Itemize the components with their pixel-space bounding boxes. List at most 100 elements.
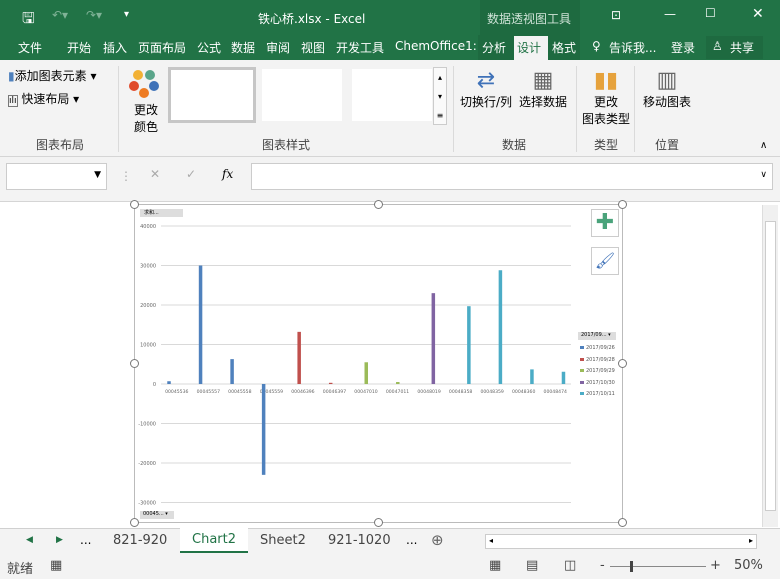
chart-style-1[interactable] — [168, 67, 256, 123]
legend-field-button[interactable]: 2017/09... ▾ — [578, 332, 616, 340]
enter-icon[interactable]: ✓ — [186, 167, 196, 181]
color-palette-icon — [129, 70, 159, 98]
select-data-button[interactable]: ▦ 选择数据 — [519, 68, 567, 110]
tab-developer[interactable]: 开发工具 — [336, 39, 384, 56]
tab-insert[interactable]: 插入 — [103, 39, 127, 56]
tab-page-layout[interactable]: 页面布局 — [138, 39, 186, 56]
legend-label: 2017/09/29 — [586, 368, 615, 374]
bar-2017-09-29-00047010 — [364, 362, 368, 384]
tab-formulas[interactable]: 公式 — [197, 39, 221, 56]
close-button[interactable]: ✕ — [752, 6, 764, 22]
collapse-ribbon-icon[interactable]: ∧ — [760, 140, 767, 151]
undo-icon[interactable]: ↶▾ — [52, 8, 68, 22]
change-colors-button[interactable]: 更改 颜色 — [124, 66, 168, 136]
x-tick-label: 00047010 — [354, 389, 377, 395]
switch-icon: ⇄ — [476, 68, 496, 93]
save-icon[interactable]: 🖫 — [22, 8, 35, 33]
bar-2017-09-26-00045559 — [261, 384, 266, 475]
bar-2017-09-26-00045557 — [198, 265, 203, 384]
chart-styles-button[interactable]: 🖌 — [591, 247, 619, 275]
x-tick-label: 00045557 — [197, 389, 220, 395]
new-sheet-button[interactable]: ⊕ — [431, 531, 444, 549]
chart-style-3[interactable] — [352, 69, 432, 121]
x-tick-label: 00048019 — [417, 389, 440, 395]
x-tick-label: 00048360 — [512, 389, 535, 395]
chart-style-2[interactable] — [262, 69, 342, 121]
tab-design-active[interactable]: 设计 — [514, 36, 548, 60]
sheet-tab-921-1020[interactable]: 921-1020 — [328, 533, 391, 548]
page-break-view-icon[interactable]: ◫ — [564, 558, 576, 573]
name-box[interactable]: ▼ — [6, 163, 107, 190]
prev-sheet-icon[interactable]: ◀ — [26, 535, 33, 545]
redo-icon[interactable]: ↷▾ — [86, 8, 102, 22]
next-sheet-icon[interactable]: ▶ — [56, 535, 63, 545]
move-chart-button[interactable]: ▥ 移动图表 — [643, 68, 691, 110]
context-tab-header: 数据透视图工具 — [480, 0, 580, 35]
customize-qat-icon[interactable]: ▾ — [124, 9, 129, 20]
tab-analyze[interactable]: 分析 — [482, 39, 506, 56]
group-label-styles: 图表样式 — [262, 138, 311, 152]
more-sheets-left[interactable]: ... — [80, 533, 91, 547]
brush-icon: 🖌 — [594, 251, 616, 270]
switch-row-column-button[interactable]: ⇄ 切换行/列 — [460, 68, 512, 110]
bar-2017-10-30-00048019 — [431, 293, 436, 384]
select-data-label: 选择数据 — [519, 95, 568, 109]
scroll-left-icon[interactable]: ◂ — [489, 536, 493, 545]
share-button[interactable]: ♙ 共享 — [706, 36, 763, 59]
zoom-in-button[interactable]: + — [710, 558, 721, 573]
tab-chemoffice[interactable]: ChemOffice1: — [395, 39, 477, 53]
legend-item: 2017/09/29 — [580, 366, 615, 378]
sheet-tab-821-920[interactable]: 821-920 — [113, 533, 167, 548]
macro-record-icon[interactable]: ▦ — [50, 558, 62, 573]
pivot-chart[interactable]: 40000 30000 20000 10000 0 -10000 -20000 -30000 0… — [130, 200, 627, 527]
zoom-level[interactable]: 50% — [734, 558, 763, 573]
zoom-slider-thumb[interactable] — [630, 561, 633, 572]
switch-label: 切换行/列 — [460, 95, 513, 109]
group-label-data: 数据 — [502, 138, 527, 152]
tab-home[interactable]: 开始 — [67, 39, 91, 56]
sheet-tab-chart2-label: Chart2 — [192, 532, 236, 547]
legend-item: 2017/09/26 — [580, 343, 615, 355]
horizontal-scrollbar[interactable]: ◂ ▸ — [485, 534, 757, 549]
page-layout-view-icon[interactable]: ▤ — [526, 558, 538, 573]
quick-layout-button[interactable]: ılı 快速布局 ▾ — [8, 90, 79, 107]
tab-data[interactable]: 数据 — [231, 39, 255, 56]
row-field-button[interactable]: 00045... ▾ — [140, 511, 174, 519]
tell-me-search[interactable]: 告诉我... — [609, 39, 656, 56]
tab-file[interactable]: 文件 — [18, 39, 42, 56]
value-field-button[interactable]: 求和... — [140, 209, 183, 217]
change-chart-type-button[interactable]: ▮▮ 更改 图表类型 — [582, 68, 630, 127]
tab-format[interactable]: 格式 — [552, 39, 576, 56]
tab-review[interactable]: 审阅 — [266, 39, 290, 56]
lightbulb-icon: ♀ — [592, 39, 601, 53]
ribbon-display-icon[interactable]: ⊡ — [611, 8, 621, 22]
cancel-icon[interactable]: ✕ — [150, 167, 160, 181]
more-sheets-right[interactable]: ... — [406, 533, 417, 547]
normal-view-icon[interactable]: ▦ — [489, 558, 501, 573]
login-link[interactable]: 登录 — [671, 39, 695, 56]
formula-input[interactable]: ∨ — [251, 163, 773, 190]
add-chart-element-icon: ▮ — [8, 69, 15, 83]
y-tick-label: 30000 — [140, 264, 156, 270]
zoom-out-button[interactable]: - — [600, 558, 605, 573]
minimize-button[interactable]: — — [664, 7, 676, 21]
zoom-slider[interactable] — [610, 561, 706, 572]
chart-elements-button[interactable]: ✚ — [591, 209, 619, 237]
tab-view[interactable]: 视图 — [301, 39, 325, 56]
scroll-right-icon[interactable]: ▸ — [749, 536, 753, 545]
y-tick-label: -30000 — [138, 501, 156, 507]
maximize-button[interactable]: ☐ — [705, 6, 716, 20]
legend: 2017/09/26 2017/09/28 2017/09/29 2017/10/30… — [580, 343, 615, 401]
y-tick-label: -10000 — [138, 422, 156, 428]
add-chart-element-button[interactable]: ▮添加图表元素 ▾ — [8, 67, 96, 84]
y-tick-label: 10000 — [140, 343, 156, 349]
sheet-tab-chart2[interactable]: Chart2 — [180, 528, 248, 553]
chart-styles-scroll[interactable]: ▴ ▾ ≡ — [433, 67, 447, 125]
scroll-thumb[interactable] — [765, 221, 776, 511]
sheet-tab-sheet2[interactable]: Sheet2 — [260, 533, 306, 548]
legend-swatch — [580, 357, 584, 361]
insert-function-button[interactable]: fx — [222, 167, 233, 181]
vertical-scrollbar[interactable] — [762, 205, 778, 527]
x-tick-label: 00048474 — [544, 389, 567, 395]
bar-2017-10-11-00048359 — [498, 270, 503, 384]
